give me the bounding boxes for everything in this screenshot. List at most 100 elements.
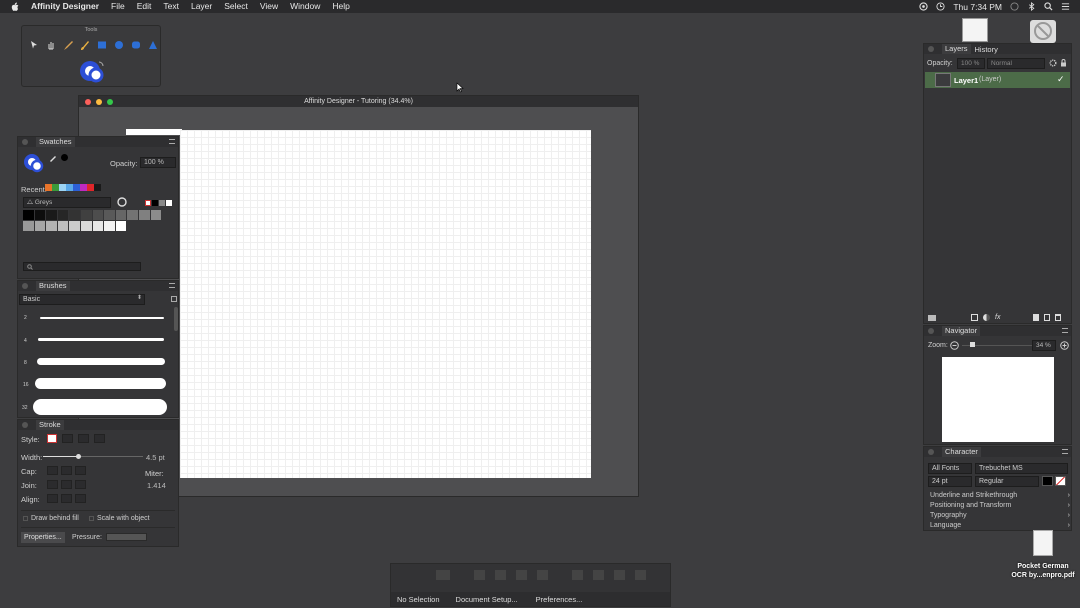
menu-text[interactable]: Text bbox=[163, 0, 179, 13]
menu-window[interactable]: Window bbox=[290, 0, 320, 13]
tab-navigator[interactable]: Navigator bbox=[942, 326, 981, 336]
grey-swatch[interactable] bbox=[138, 210, 150, 220]
panel-close-icon[interactable] bbox=[22, 139, 28, 145]
backward-button[interactable] bbox=[516, 570, 527, 580]
recent-swatch[interactable] bbox=[73, 184, 80, 191]
menu-file[interactable]: File bbox=[111, 0, 125, 13]
black-swatch[interactable] bbox=[61, 154, 68, 161]
fill-stroke-swatch-icon[interactable] bbox=[22, 151, 44, 173]
menu-view[interactable]: View bbox=[260, 0, 278, 13]
recent-swatch[interactable] bbox=[87, 184, 94, 191]
round-join-button[interactable] bbox=[61, 480, 72, 489]
grey-swatch[interactable] bbox=[92, 210, 104, 220]
menu-app-name[interactable]: Affinity Designer bbox=[31, 0, 99, 13]
width-slider[interactable] bbox=[43, 453, 143, 459]
grey-swatch[interactable] bbox=[104, 210, 115, 220]
delete-layer-icon[interactable] bbox=[1055, 314, 1062, 321]
document-setup-button[interactable]: Document Setup... bbox=[456, 595, 518, 604]
grey-swatch[interactable] bbox=[104, 221, 115, 231]
clock-icon[interactable] bbox=[936, 2, 945, 11]
rounded-rectangle-tool-icon[interactable] bbox=[129, 38, 143, 52]
desktop-disk-icon[interactable] bbox=[1028, 17, 1058, 45]
creative-cloud-icon[interactable] bbox=[919, 2, 928, 11]
zoom-slider-knob[interactable] bbox=[970, 342, 975, 347]
panel-menu-icon[interactable] bbox=[169, 283, 175, 288]
grey-swatch[interactable] bbox=[23, 210, 34, 220]
bluetooth-icon[interactable] bbox=[1027, 2, 1036, 11]
panel-close-icon[interactable] bbox=[22, 283, 28, 289]
brush-options-icon[interactable] bbox=[171, 296, 177, 302]
panel-menu-icon[interactable] bbox=[1062, 449, 1068, 454]
grey-swatch[interactable] bbox=[69, 221, 80, 231]
brush-stroke-8[interactable] bbox=[37, 358, 165, 365]
butt-cap-button[interactable] bbox=[47, 466, 58, 475]
grey-swatch[interactable] bbox=[69, 210, 80, 220]
send-back-button[interactable] bbox=[537, 570, 548, 580]
layer-row[interactable]: Layer1 (Layer) ✓ bbox=[925, 72, 1070, 88]
panel-close-icon[interactable] bbox=[928, 328, 934, 334]
brush-scrollbar[interactable] bbox=[174, 307, 178, 331]
grey-swatch[interactable] bbox=[115, 210, 127, 220]
panel-menu-icon[interactable] bbox=[169, 139, 175, 144]
miter-join-button[interactable] bbox=[47, 480, 58, 489]
properties-button[interactable]: Properties... bbox=[21, 532, 65, 543]
forward-button[interactable] bbox=[495, 570, 506, 580]
grey-swatch[interactable] bbox=[34, 221, 46, 231]
preferences-button[interactable]: Preferences... bbox=[536, 595, 583, 604]
font-collection-select[interactable]: All Fonts bbox=[928, 463, 972, 474]
brush-category-select[interactable]: Basic bbox=[19, 294, 145, 305]
font-size-select[interactable]: 24 pt bbox=[928, 476, 972, 487]
grey-swatch[interactable] bbox=[127, 210, 138, 220]
layer-settings-gear-icon[interactable] bbox=[1049, 59, 1057, 67]
no-stroke-button[interactable] bbox=[47, 434, 57, 443]
menubar-clock[interactable]: Thu 7:34 PM bbox=[953, 2, 1002, 12]
move-tool-icon[interactable] bbox=[27, 38, 41, 52]
rotate-right-button[interactable] bbox=[635, 570, 646, 580]
width-value[interactable]: 4.5 pt bbox=[146, 453, 165, 462]
grey-swatch[interactable] bbox=[46, 221, 57, 231]
rotate-left-button[interactable] bbox=[614, 570, 625, 580]
palette-select[interactable]: ⧍ Greys bbox=[23, 197, 111, 208]
gray-small-swatch[interactable] bbox=[159, 200, 165, 206]
close-window-button[interactable] bbox=[85, 98, 91, 105]
color-picker-icon[interactable] bbox=[49, 153, 58, 162]
width-slider-knob[interactable] bbox=[75, 453, 81, 459]
tab-history[interactable]: History bbox=[975, 45, 998, 54]
tab-swatches[interactable]: Swatches bbox=[36, 137, 75, 147]
panel-close-icon[interactable] bbox=[928, 46, 934, 52]
brush-stroke-2[interactable] bbox=[40, 317, 164, 319]
font-family-select[interactable]: Trebuchet MS bbox=[975, 463, 1068, 474]
character-section-4[interactable]: Language › bbox=[930, 522, 1070, 529]
zoom-value-field[interactable]: 34 % bbox=[1032, 340, 1056, 351]
recent-swatch[interactable] bbox=[80, 184, 87, 191]
round-cap-button[interactable] bbox=[61, 466, 72, 475]
grey-swatch[interactable] bbox=[80, 221, 92, 231]
grey-swatch[interactable] bbox=[80, 210, 92, 220]
square-cap-button[interactable] bbox=[75, 466, 86, 475]
draw-behind-checkbox[interactable] bbox=[23, 516, 28, 521]
none-swatch[interactable] bbox=[145, 200, 151, 206]
grey-swatch[interactable] bbox=[34, 210, 46, 220]
layers-stack-icon[interactable] bbox=[928, 314, 936, 321]
desktop-pdf-thumbnail[interactable] bbox=[1033, 530, 1053, 556]
pencil-tool-icon[interactable] bbox=[61, 38, 75, 52]
hand-tool-icon[interactable] bbox=[44, 38, 58, 52]
layer-opacity-field[interactable]: 100 % bbox=[957, 58, 985, 69]
tab-layers[interactable]: Layers bbox=[942, 44, 971, 54]
apple-icon[interactable] bbox=[10, 2, 19, 12]
layer-visible-check-icon[interactable]: ✓ bbox=[1057, 74, 1065, 85]
time-machine-icon[interactable] bbox=[1010, 2, 1019, 11]
flip-horizontal-button[interactable] bbox=[572, 570, 583, 580]
tab-brushes[interactable]: Brushes bbox=[36, 281, 70, 291]
tab-character[interactable]: Character bbox=[942, 447, 981, 457]
fx-icon[interactable]: fx bbox=[995, 314, 1000, 321]
menu-layer[interactable]: Layer bbox=[191, 0, 212, 13]
grey-swatch[interactable] bbox=[57, 221, 69, 231]
menu-help[interactable]: Help bbox=[332, 0, 349, 13]
blend-mode-select[interactable]: Normal bbox=[987, 58, 1045, 69]
menu-edit[interactable]: Edit bbox=[137, 0, 152, 13]
zoom-window-button[interactable] bbox=[107, 98, 113, 105]
grey-swatch[interactable] bbox=[115, 221, 127, 231]
character-section-3[interactable]: Typography › bbox=[930, 512, 1070, 519]
menu-select[interactable]: Select bbox=[224, 0, 248, 13]
